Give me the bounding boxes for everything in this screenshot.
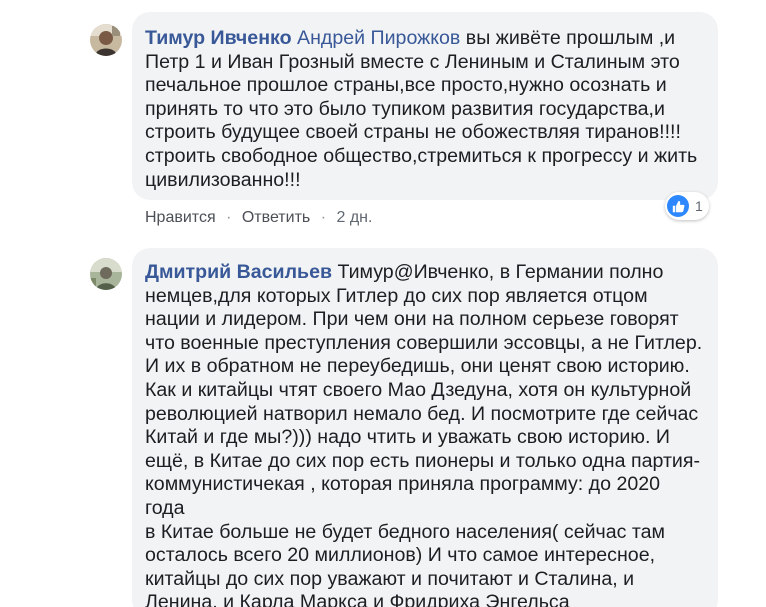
like-button[interactable]: Нравится [145,209,216,226]
comment-text: Тимур@Ивченко, в Германии полно немцев,д… [145,261,703,607]
like-icon [667,195,689,217]
comment-actions: Нравится · Ответить · 2 дн. [145,208,372,228]
reply-button[interactable]: Ответить [242,209,310,226]
timestamp-link[interactable]: 2 дн. [336,209,372,226]
avatar-photo-icon [90,24,122,56]
comment-bubble: Дмитрий Васильев Тимур@Ивченко, в Герман… [132,248,718,607]
avatar[interactable] [90,258,122,290]
separator: · [320,209,327,226]
mention-link[interactable]: Андрей Пирожков [297,27,460,49]
comment-author-link[interactable]: Дмитрий Васильев [145,261,332,283]
reaction-count: 1 [695,198,703,214]
comment-bubble: Тимур Ивченко Андрей Пирожков вы живёте … [132,12,718,200]
avatar[interactable] [90,24,122,56]
comments-thread: Тимур Ивченко Андрей Пирожков вы живёте … [0,0,766,607]
separator: · [226,209,232,226]
comment-text: вы живёте прошлым ,и Петр 1 и Иван Грозн… [145,27,698,191]
reactions-summary[interactable]: 1 [665,192,709,220]
avatar-photo-icon [90,258,122,290]
comment-author-link[interactable]: Тимур Ивченко [145,27,292,49]
